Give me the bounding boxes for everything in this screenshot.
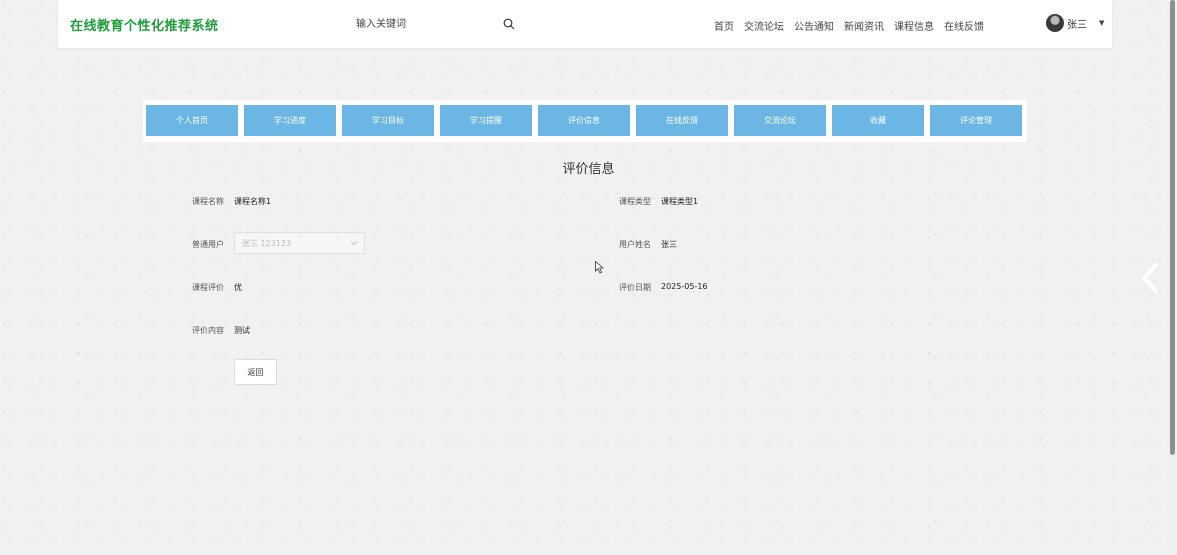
course-name-label: 课程名称 [192, 197, 224, 206]
search-box [341, 9, 523, 39]
course-name-value: 课程名称1 [234, 197, 272, 206]
nav-notice[interactable]: 公告通知 [794, 18, 834, 33]
course-type-label: 课程类型 [619, 197, 651, 206]
nav-news[interactable]: 新闻资讯 [844, 18, 884, 33]
main-nav: 首页 交流论坛 公告通知 新闻资讯 课程信息 在线反馈 [714, 18, 994, 33]
page-title: 评价信息 [562, 162, 615, 177]
date-label: 评价日期 [619, 283, 651, 292]
user-name-value: 张三 [661, 240, 677, 249]
chevron-down-icon [350, 241, 358, 246]
user-select-label: 普通用户 [192, 240, 224, 249]
tab-evaluation[interactable]: 评价信息 [538, 105, 630, 136]
content-value: 测试 [234, 326, 250, 335]
caret-down-icon: ▼ [1099, 19, 1105, 27]
user-select[interactable]: 张三 123123 [234, 232, 365, 254]
chevron-left-icon[interactable] [1139, 262, 1161, 294]
back-button[interactable]: 返回 [234, 359, 277, 385]
rating-label: 课程评价 [192, 283, 224, 292]
mouse-cursor-icon [595, 261, 604, 274]
tab-reminders[interactable]: 学习提醒 [440, 105, 532, 136]
nav-courses[interactable]: 课程信息 [894, 18, 934, 33]
tab-favorites[interactable]: 收藏 [832, 105, 924, 136]
scrollbar-thumb[interactable] [1170, 0, 1175, 455]
tab-home[interactable]: 个人首页 [146, 105, 238, 136]
user-center-menu: 个人首页 学习进度 学习目标 学习提醒 评价信息 在线反馈 交流论坛 收藏 评论… [143, 100, 1027, 142]
course-type-value: 课程类型1 [661, 197, 699, 206]
avatar [1046, 14, 1064, 32]
user-name-label: 用户姓名 [619, 240, 651, 249]
tab-forum[interactable]: 交流论坛 [734, 105, 826, 136]
tab-feedback[interactable]: 在线反馈 [636, 105, 728, 136]
site-logo[interactable]: 在线教育个性化推荐系统 [70, 15, 219, 34]
search-icon[interactable] [503, 18, 515, 30]
page-scrollbar[interactable] [1168, 0, 1177, 555]
nav-feedback[interactable]: 在线反馈 [944, 18, 984, 33]
date-value: 2025-05-16 [661, 282, 708, 291]
tab-comments[interactable]: 评论管理 [930, 105, 1022, 136]
top-navbar: 在线教育个性化推荐系统 首页 交流论坛 公告通知 新闻资讯 课程信息 在线反馈 … [58, 0, 1112, 48]
user-select-value: 张三 123123 [242, 239, 292, 248]
content-label: 评价内容 [192, 326, 224, 335]
user-name: 张三 [1067, 19, 1087, 31]
nav-home[interactable]: 首页 [714, 18, 734, 33]
nav-forum[interactable]: 交流论坛 [744, 18, 784, 33]
search-input[interactable] [341, 9, 506, 39]
user-menu[interactable]: 张三 ▼ [1046, 14, 1104, 32]
tab-goals[interactable]: 学习目标 [342, 105, 434, 136]
rating-value: 优 [234, 283, 242, 292]
tab-progress[interactable]: 学习进度 [244, 105, 336, 136]
